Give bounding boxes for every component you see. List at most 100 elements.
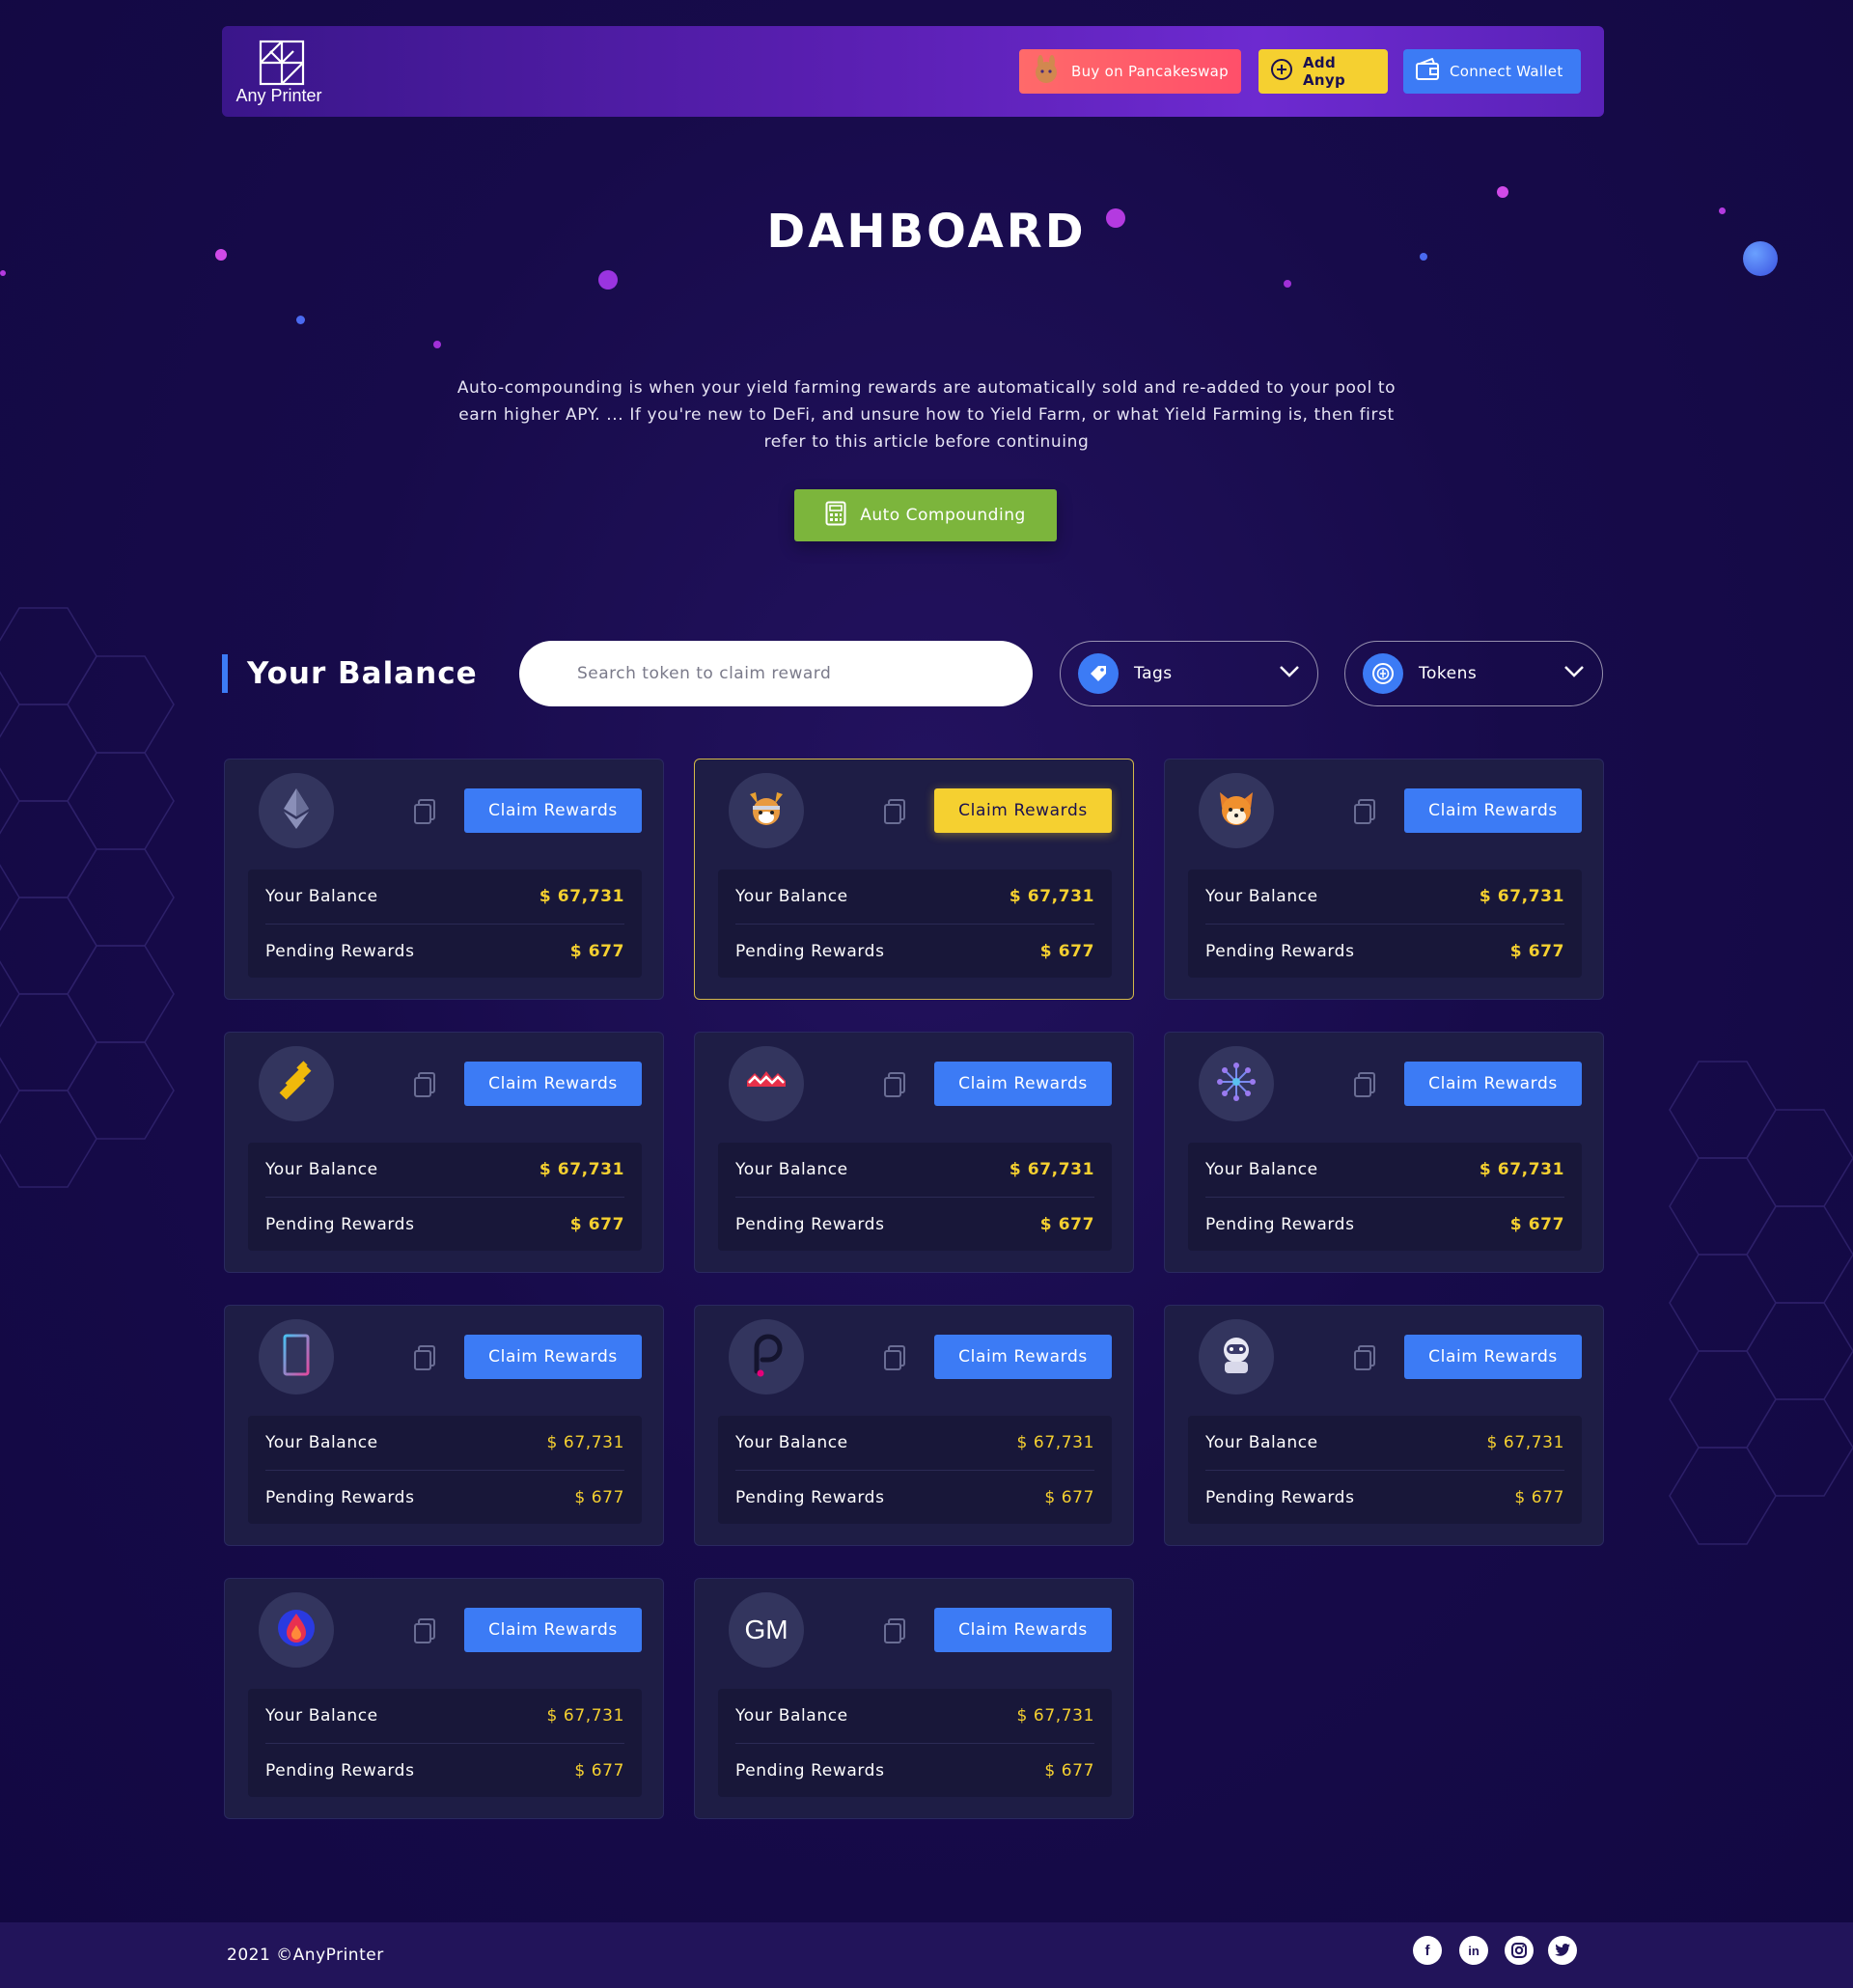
- token-card: Claim Rewards Your Balance $ 67,731 Pendi…: [1164, 759, 1604, 1000]
- chevron-down-icon: [1563, 664, 1585, 683]
- floki-icon: [744, 787, 788, 835]
- rewards-value: $ 677: [1509, 941, 1564, 961]
- claim-rewards-button[interactable]: Claim Rewards: [934, 1608, 1112, 1652]
- auto-compounding-button[interactable]: Auto Compounding: [794, 489, 1057, 541]
- copy-icon[interactable]: [883, 1617, 906, 1648]
- balance-value: $ 67,731: [1486, 1433, 1564, 1452]
- balance-label: Your Balance: [735, 1160, 848, 1179]
- balance-value: $ 67,731: [1009, 1160, 1094, 1179]
- claim-rewards-button[interactable]: Claim Rewards: [1404, 788, 1582, 833]
- balance-value: $ 67,731: [1479, 887, 1564, 906]
- tokens-dropdown[interactable]: Tokens: [1344, 641, 1603, 706]
- network-token-icon: [1214, 1060, 1258, 1108]
- balance-info: Your Balance $ 67,731 Pending Rewards $ 67…: [1188, 1416, 1582, 1524]
- token-coin-icon: [1363, 653, 1403, 694]
- shiba-icon: [1216, 788, 1257, 833]
- balance-info: Your Balance $ 67,731 Pending Rewards $ 67…: [248, 1143, 642, 1251]
- balance-info: Your Balance $ 67,731 Pending Rewards $ 67…: [718, 1689, 1112, 1797]
- copy-icon[interactable]: [413, 1344, 436, 1375]
- rewards-label: Pending Rewards: [1205, 1214, 1355, 1234]
- balance-label: Your Balance: [1205, 1433, 1318, 1452]
- token-card: Claim Rewards Your Balance $ 67,731 Pendi…: [1164, 1032, 1604, 1273]
- token-card: Claim Rewards Your Balance $ 67,731 Pendi…: [1164, 1305, 1604, 1546]
- token-avatar: [1199, 1046, 1274, 1121]
- copy-icon[interactable]: [413, 798, 436, 829]
- copy-icon[interactable]: [1353, 1071, 1376, 1102]
- claim-rewards-button[interactable]: Claim Rewards: [464, 1335, 642, 1379]
- token-avatar: [729, 1046, 804, 1121]
- rewards-label: Pending Rewards: [265, 941, 415, 961]
- rewards-label: Pending Rewards: [735, 1214, 885, 1234]
- claim-rewards-button[interactable]: Claim Rewards: [464, 1608, 642, 1652]
- balance-info: Your Balance $ 67,731 Pending Rewards $ 67…: [248, 870, 642, 978]
- balance-label: Your Balance: [735, 887, 848, 906]
- claim-rewards-button[interactable]: Claim Rewards: [1404, 1062, 1582, 1106]
- token-avatar: [259, 773, 334, 848]
- tags-dropdown[interactable]: Tags: [1060, 641, 1318, 706]
- tags-label: Tags: [1134, 664, 1173, 683]
- claim-rewards-button[interactable]: Claim Rewards: [934, 1335, 1112, 1379]
- copy-icon[interactable]: [1353, 798, 1376, 829]
- facebook-icon[interactable]: f: [1413, 1936, 1442, 1965]
- token-avatar: GM: [729, 1592, 804, 1668]
- wave-token-icon: [745, 1067, 788, 1100]
- page-description: Auto-compounding is when your yield farm…: [456, 378, 1397, 452]
- token-card: GM Claim Rewards Your Balance $ 67,731 Pe…: [694, 1578, 1134, 1819]
- token-avatar: [1199, 773, 1274, 848]
- rewards-value: $ 677: [1044, 1760, 1094, 1781]
- buy-pancakeswap-label: Buy on Pancakeswap: [1071, 63, 1229, 80]
- rewards-value: $ 677: [574, 1487, 624, 1507]
- connect-wallet-button[interactable]: Connect Wallet: [1403, 49, 1581, 94]
- token-card-grid: Claim Rewards Your Balance $ 67,731 Pendi…: [224, 759, 1606, 1819]
- twitter-icon[interactable]: [1548, 1936, 1577, 1965]
- balance-label: Your Balance: [735, 1433, 848, 1452]
- balance-info: Your Balance $ 67,731 Pending Rewards $ 67…: [1188, 870, 1582, 978]
- balance-info: Your Balance $ 67,731 Pending Rewards $ 67…: [248, 1416, 642, 1524]
- decor-dot: [433, 341, 441, 348]
- copy-icon[interactable]: [883, 1071, 906, 1102]
- search-token-input[interactable]: [519, 641, 1033, 706]
- flame-token-icon: [274, 1606, 318, 1654]
- claim-rewards-button[interactable]: Claim Rewards: [934, 1062, 1112, 1106]
- balance-heading: Your Balance: [222, 654, 478, 693]
- balance-label: Your Balance: [265, 1160, 378, 1179]
- rewards-label: Pending Rewards: [1205, 941, 1355, 961]
- token-avatar: [729, 773, 804, 848]
- copyright-text: 2021 ©AnyPrinter: [227, 1946, 384, 1965]
- site-footer: 2021 ©AnyPrinter f in: [0, 1922, 1853, 1988]
- copy-icon[interactable]: [1353, 1344, 1376, 1375]
- token-card: Claim Rewards Your Balance $ 67,731 Pendi…: [224, 1032, 664, 1273]
- copy-icon[interactable]: [413, 1071, 436, 1102]
- balance-label: Your Balance: [265, 887, 378, 906]
- claim-rewards-button[interactable]: Claim Rewards: [1404, 1335, 1582, 1379]
- rewards-label: Pending Rewards: [735, 941, 885, 961]
- token-card: Claim Rewards Your Balance $ 67,731 Pendi…: [224, 1305, 664, 1546]
- copy-icon[interactable]: [413, 1617, 436, 1648]
- rewards-value: $ 677: [1039, 1214, 1094, 1234]
- decor-dot: [1284, 280, 1291, 288]
- decor-dot: [1497, 186, 1508, 198]
- polkadot-icon: [747, 1333, 786, 1381]
- claim-rewards-button[interactable]: Claim Rewards: [934, 788, 1112, 833]
- copy-icon[interactable]: [883, 798, 906, 829]
- buy-pancakeswap-button[interactable]: Buy on Pancakeswap: [1019, 49, 1241, 94]
- balance-value: $ 67,731: [1009, 887, 1094, 906]
- linkedin-icon[interactable]: in: [1459, 1936, 1488, 1965]
- add-anyp-button[interactable]: Add Anyp: [1258, 49, 1388, 94]
- plus-circle-icon: [1270, 58, 1293, 85]
- binance-icon: [274, 1060, 318, 1108]
- balance-info: Your Balance $ 67,731 Pending Rewards $ 67…: [1188, 1143, 1582, 1251]
- token-avatar: [1199, 1319, 1274, 1394]
- instagram-icon[interactable]: [1505, 1936, 1534, 1965]
- copy-icon[interactable]: [883, 1344, 906, 1375]
- claim-rewards-button[interactable]: Claim Rewards: [464, 1062, 642, 1106]
- balance-info: Your Balance $ 67,731 Pending Rewards $ 67…: [718, 1416, 1112, 1524]
- decor-dot: [0, 270, 6, 276]
- decor-dot: [296, 316, 305, 324]
- token-avatar: [259, 1319, 334, 1394]
- tablet-token-icon: [282, 1333, 311, 1381]
- logo-text: Any Printer: [235, 86, 322, 105]
- pancake-bunny-icon: [1031, 54, 1062, 89]
- rewards-label: Pending Rewards: [265, 1487, 415, 1507]
- claim-rewards-button[interactable]: Claim Rewards: [464, 788, 642, 833]
